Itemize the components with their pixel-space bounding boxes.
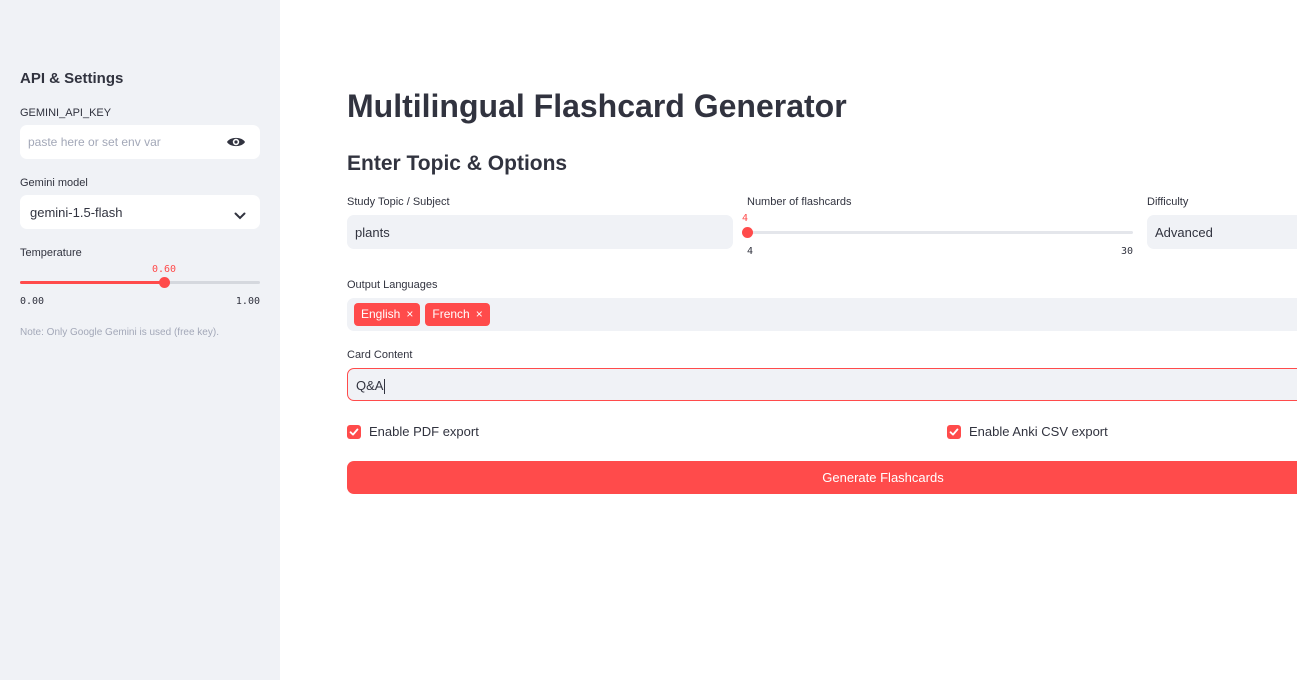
topic-value: plants <box>355 225 390 240</box>
topic-label: Study Topic / Subject <box>347 196 450 208</box>
language-tag-english: English × <box>354 303 421 326</box>
temperature-track-fill <box>20 281 164 284</box>
temperature-max: 1.00 <box>235 296 260 307</box>
anki-export-label: Enable Anki CSV export <box>969 424 1108 439</box>
x-icon[interactable]: × <box>476 307 483 321</box>
num-cards-track[interactable] <box>746 231 1133 234</box>
card-content-input[interactable]: Q&A <box>347 368 1297 401</box>
model-select[interactable]: gemini-1.5-flash <box>20 195 260 229</box>
num-cards-max: 30 <box>1120 246 1133 257</box>
api-key-field[interactable] <box>20 125 260 159</box>
languages-label: Output Languages <box>347 279 438 291</box>
card-content-value: Q&A <box>356 378 384 393</box>
temperature-min: 0.00 <box>20 296 45 307</box>
num-cards-label: Number of flashcards <box>747 196 852 208</box>
num-cards-min: 4 <box>747 246 754 257</box>
language-tag-french: French × <box>425 303 490 326</box>
difficulty-label: Difficulty <box>1147 196 1189 208</box>
x-icon[interactable]: × <box>406 307 413 321</box>
check-icon[interactable] <box>347 425 361 439</box>
model-label: Gemini model <box>20 177 88 189</box>
page-title: Multilingual Flashcard Generator <box>347 88 847 124</box>
sidebar-title: API & Settings <box>20 70 124 87</box>
card-content-label: Card Content <box>347 349 413 361</box>
section-title: Enter Topic & Options <box>347 152 568 175</box>
pdf-export-checkbox[interactable]: Enable PDF export <box>347 424 547 440</box>
generate-button-label: Generate Flashcards <box>822 470 944 485</box>
anki-export-checkbox[interactable]: Enable Anki CSV export <box>947 424 1167 440</box>
temperature-value: 0.60 <box>151 264 177 275</box>
languages-multiselect[interactable]: English × French × <box>347 298 1297 331</box>
chevron-down-icon <box>234 207 246 220</box>
model-selected-value: gemini-1.5-flash <box>30 205 123 220</box>
temperature-label: Temperature <box>20 247 82 259</box>
api-key-input[interactable] <box>20 125 228 159</box>
api-key-label: GEMINI_API_KEY <box>20 107 112 119</box>
sidebar: API & Settings GEMINI_API_KEY Gemini mod… <box>0 0 280 680</box>
num-cards-slider[interactable]: 4 4 30 <box>742 213 1133 263</box>
temperature-slider[interactable]: 0.60 0.00 1.00 <box>20 262 260 312</box>
text-caret <box>384 379 386 395</box>
generate-flashcards-button[interactable]: Generate Flashcards <box>347 461 1297 494</box>
pdf-export-label: Enable PDF export <box>369 424 479 439</box>
eye-icon[interactable] <box>226 135 246 149</box>
temperature-thumb[interactable] <box>159 277 170 288</box>
sidebar-note: Note: Only Google Gemini is used (free k… <box>20 327 219 338</box>
check-icon[interactable] <box>947 425 961 439</box>
difficulty-select[interactable]: Advanced <box>1147 215 1297 249</box>
num-cards-value: 4 <box>742 213 749 224</box>
num-cards-thumb[interactable] <box>742 227 753 238</box>
difficulty-value: Advanced <box>1155 225 1213 240</box>
topic-input[interactable]: plants <box>347 215 733 249</box>
